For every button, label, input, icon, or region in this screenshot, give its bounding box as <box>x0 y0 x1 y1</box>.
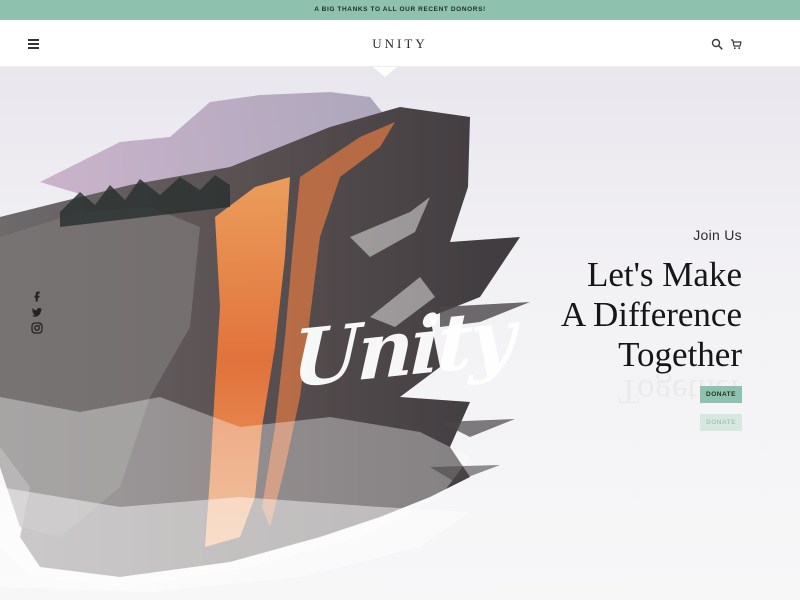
search-icon[interactable] <box>711 38 723 50</box>
headline-line: Let's Make <box>586 255 742 294</box>
facebook-icon[interactable] <box>31 290 43 302</box>
donate-button-reflection[interactable]: DONATE <box>700 414 742 431</box>
twitter-icon[interactable] <box>31 306 43 318</box>
instagram-icon[interactable] <box>31 322 43 334</box>
site-logo[interactable]: UNITY <box>0 36 800 52</box>
announcement-bar: A BIG THANKS TO ALL OUR RECENT DONORS! <box>0 0 800 20</box>
hero-copy: Join Us Let's Make A Difference Together <box>561 227 742 375</box>
hero-eyebrow: Join Us <box>693 227 742 243</box>
header-notch <box>373 67 397 77</box>
headline-line: A Difference <box>560 295 742 334</box>
cart-icon[interactable] <box>730 38 742 50</box>
site-header: UNITY <box>0 20 800 67</box>
hero-headline: Let's Make A Difference Together <box>561 255 742 375</box>
donate-button[interactable]: DONATE <box>700 386 742 403</box>
social-links <box>31 290 45 338</box>
headline-line: Together <box>618 335 742 374</box>
